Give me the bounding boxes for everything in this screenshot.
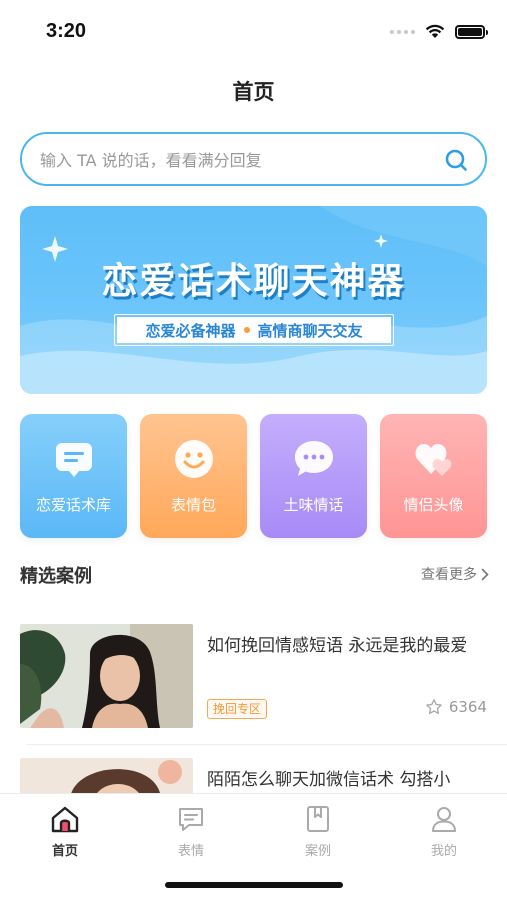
- tab-label: 案例: [304, 844, 331, 859]
- message-icon: [179, 808, 203, 831]
- search-icon[interactable]: [443, 147, 469, 173]
- see-more-label: 查看更多: [421, 567, 477, 583]
- status-time: 3:20: [46, 20, 87, 42]
- tab-label: 我的: [430, 844, 457, 859]
- case-thumbnail: [20, 624, 193, 728]
- person-icon: [432, 807, 456, 832]
- case-title: 陌陌怎么聊天加微信话术 勾搭小: [207, 770, 451, 790]
- page-title: 首页: [232, 80, 275, 104]
- case-favorites[interactable]: 6364: [425, 698, 487, 716]
- category-label: 表情包: [170, 496, 216, 514]
- promo-banner[interactable]: 恋爱话术聊天神器 恋爱必备神器 高情商聊天交友: [20, 206, 487, 394]
- section-title: 精选案例: [20, 566, 92, 587]
- category-label: 土味情话: [283, 496, 344, 514]
- search-input[interactable]: [40, 146, 440, 174]
- category-tile-cheesy-lines[interactable]: 土味情话: [260, 414, 367, 538]
- case-list-item[interactable]: 如何挽回情感短语 永远是我的最爱 挽回专区 6364: [20, 624, 507, 730]
- chat-list-icon: [56, 443, 92, 477]
- search-bar[interactable]: [20, 132, 487, 186]
- category-label: 情侣头像: [403, 496, 464, 514]
- home-icon: [51, 806, 79, 833]
- tab-label: 表情: [177, 844, 204, 859]
- home-indicator: [165, 882, 343, 888]
- banner-subtitle: 恋爱必备神器 高情商聊天交友: [114, 314, 394, 346]
- banner-title: 恋爱话术聊天神器: [101, 261, 406, 302]
- case-title: 如何挽回情感短语 永远是我的最爱: [207, 636, 468, 656]
- tab-label: 首页: [51, 844, 78, 859]
- banner-subtitle-left: 恋爱必备神器: [145, 321, 236, 340]
- banner-dot: [243, 327, 250, 333]
- tab-profile[interactable]: 我的: [404, 804, 484, 860]
- status-icons: [390, 24, 488, 39]
- wifi-icon: [425, 24, 445, 38]
- smiley-icon: [175, 440, 213, 478]
- chevron-right-icon: [481, 568, 489, 580]
- bookmark-book-icon: [307, 806, 329, 832]
- category-tile-stickers[interactable]: 表情包: [140, 414, 247, 538]
- category-tile-phrase-library[interactable]: 恋爱话术库: [20, 414, 127, 538]
- battery-icon: [455, 24, 488, 39]
- favorites-count: 6364: [448, 698, 487, 716]
- category-tile-couple-avatars[interactable]: 情侣头像: [380, 414, 487, 538]
- category-grid: 恋爱话术库 表情包 土味情话 情侣头像: [20, 414, 487, 538]
- category-label: 恋爱话术库: [35, 496, 111, 514]
- star-icon: [426, 699, 442, 715]
- status-bar: 3:20: [0, 0, 507, 62]
- case-tag-badge: 挽回专区: [207, 699, 268, 719]
- list-divider: [27, 744, 507, 745]
- tab-stickers[interactable]: 表情: [151, 804, 231, 860]
- banner-subtitle-right: 高情商聊天交友: [257, 321, 363, 340]
- cellular-signal-icon: [390, 29, 415, 34]
- hearts-icon: [415, 444, 452, 476]
- tab-home[interactable]: 首页: [25, 804, 105, 860]
- sparkle-icon: [374, 234, 388, 248]
- chat-bubble-dots-icon: [295, 441, 333, 476]
- tab-cases[interactable]: 案例: [278, 804, 358, 860]
- see-more-link[interactable]: 查看更多: [421, 564, 489, 584]
